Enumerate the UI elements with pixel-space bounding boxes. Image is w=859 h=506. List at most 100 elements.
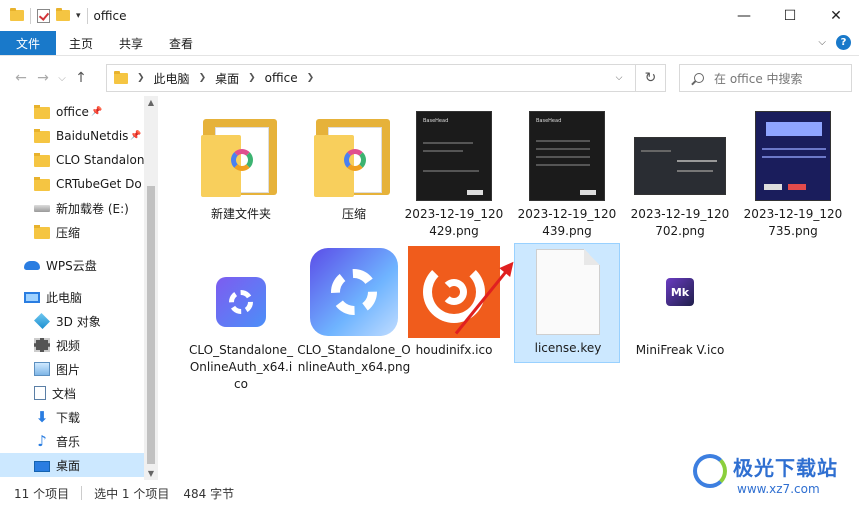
folder-icon: [188, 108, 294, 204]
video-icon: [34, 338, 50, 352]
expand-ribbon-icon[interactable]: ⌵: [818, 37, 826, 48]
forward-button[interactable]: →: [32, 70, 54, 86]
sidebar-item-downloads[interactable]: ⬇ 下载: [0, 405, 144, 429]
chevron-right-icon[interactable]: ❯: [248, 73, 256, 83]
tab-view[interactable]: 查看: [156, 31, 206, 55]
scroll-up-icon[interactable]: ▲: [144, 98, 158, 107]
sidebar-item-videos[interactable]: 视频: [0, 333, 144, 357]
file-item-clo-png[interactable]: CLO_Standalone_OnlineAuth_x64.png: [294, 244, 414, 394]
sidebar-item-label: 视频: [56, 338, 81, 353]
search-icon: [694, 73, 704, 83]
sidebar-item-desktop[interactable]: 桌面: [0, 453, 144, 477]
pictures-icon: [34, 362, 50, 376]
sidebar-item-drive-e[interactable]: 新加载卷 (E:): [0, 196, 144, 220]
file-item-screenshot-120735[interactable]: 2023-12-19_120735.png: [740, 108, 846, 238]
folder-icon: [34, 129, 50, 143]
tab-file[interactable]: 文件: [0, 31, 57, 55]
file-item-new-folder[interactable]: 新建文件夹: [188, 108, 294, 238]
sidebar-item-documents[interactable]: 文档: [0, 381, 144, 405]
sidebar-item-baidunetdisk[interactable]: BaiduNetdis 📌: [0, 124, 144, 148]
file-item-screenshot-120439[interactable]: BaseHead 2023-12-19_120439.png: [514, 108, 620, 238]
sidebar-item-music[interactable]: ♪ 音乐: [0, 429, 144, 453]
address-bar[interactable]: ❯ 此电脑 ❯ 桌面 ❯ office ❯ ⌵ ↻: [106, 64, 666, 92]
chevron-right-icon[interactable]: ❯: [307, 73, 315, 83]
file-name: 2023-12-19_120439.png: [517, 207, 617, 238]
help-icon[interactable]: ?: [836, 35, 851, 50]
watermark-url: www.xz7.com: [737, 482, 820, 496]
image-thumbnail: BaseHead: [401, 108, 507, 204]
tab-share[interactable]: 共享: [106, 31, 156, 55]
customize-toolbar-icon[interactable]: ▾: [76, 11, 81, 21]
sidebar-item-wps-cloud[interactable]: WPS云盘: [0, 253, 144, 277]
folder-icon: [301, 108, 407, 204]
file-item-license-key[interactable]: license.key: [514, 243, 620, 363]
divider: [86, 7, 88, 24]
tab-home[interactable]: 主页: [56, 31, 106, 55]
file-name: 2023-12-19_120429.png: [404, 207, 504, 238]
3d-objects-icon: [34, 313, 50, 329]
file-view: 新建文件夹 压缩 BaseHead 2023-12-19_120429.png …: [158, 96, 859, 480]
new-folder-icon[interactable]: [56, 8, 70, 21]
up-button[interactable]: ↑: [70, 70, 92, 86]
file-item-screenshot-120702[interactable]: 2023-12-19_120702.png: [627, 108, 733, 238]
sidebar-item-this-pc[interactable]: 此电脑: [0, 285, 144, 309]
minimize-button[interactable]: —: [721, 0, 767, 31]
sidebar-item-clo-standalone[interactable]: CLO Standalon: [0, 148, 144, 172]
sidebar-item-label: BaiduNetdis: [56, 129, 129, 143]
sidebar-item-office[interactable]: office 📌: [0, 100, 144, 124]
folder-icon: [34, 105, 50, 119]
item-count: 11 个项目: [14, 486, 70, 501]
file-name: 新建文件夹: [210, 207, 271, 221]
sidebar-item-label: 新加载卷 (E:): [56, 201, 129, 216]
file-name: 压缩: [341, 207, 366, 221]
documents-icon: [34, 386, 46, 400]
thumbnail-app-title: BaseHead: [536, 118, 562, 124]
scroll-down-icon[interactable]: ▼: [144, 469, 158, 478]
navigation-bar: ← → ⌵ ↑ ❯ 此电脑 ❯ 桌面 ❯ office ❯ ⌵ ↻ 在 offi…: [0, 60, 859, 96]
drive-icon: [34, 204, 50, 212]
sidebar-scrollbar[interactable]: ▲ ▼: [144, 96, 158, 480]
watermark-title: 极光下载站: [733, 456, 838, 480]
chevron-right-icon[interactable]: ❯: [199, 73, 207, 83]
sidebar-item-crtubeget[interactable]: CRTubeGet Do: [0, 172, 144, 196]
file-item-clo-ico[interactable]: CLO_Standalone_OnlineAuth_x64.ico: [188, 244, 294, 394]
navigation-pane: office 📌 BaiduNetdis 📌 CLO Standalon CRT…: [0, 96, 158, 480]
cloud-icon: [24, 260, 40, 270]
breadcrumb-desktop[interactable]: 桌面: [215, 70, 239, 87]
quick-access-toolbar: ▾: [0, 7, 88, 24]
file-name: license.key: [534, 341, 602, 355]
folder-icon: [34, 177, 50, 191]
sidebar-item-label: CLO Standalon: [56, 153, 144, 167]
breadcrumb-this-pc[interactable]: 此电脑: [154, 70, 190, 87]
chevron-right-icon[interactable]: ❯: [137, 73, 145, 83]
selection-count: 选中 1 个项目: [94, 486, 170, 501]
address-dropdown-icon[interactable]: ⌵: [608, 65, 630, 91]
sidebar-item-label: office: [56, 105, 89, 119]
sidebar-item-label: 音乐: [56, 434, 81, 449]
minifreak-icon: Mk: [627, 244, 733, 340]
back-button[interactable]: ←: [10, 70, 32, 86]
close-button[interactable]: ✕: [813, 0, 859, 31]
sidebar-item-compress[interactable]: 压缩: [0, 220, 144, 244]
sidebar-item-label: 桌面: [56, 458, 81, 473]
clo-app-icon: [188, 254, 294, 350]
window-controls: — ☐ ✕: [721, 0, 859, 31]
divider: [81, 486, 83, 500]
refresh-button[interactable]: ↻: [635, 65, 665, 91]
search-box[interactable]: 在 office 中搜索: [679, 64, 852, 92]
maximize-button[interactable]: ☐: [767, 0, 813, 31]
sidebar-item-label: 此电脑: [46, 290, 83, 305]
breadcrumb-office[interactable]: office: [265, 71, 298, 85]
file-item-houdini-ico[interactable]: houdinifx.ico: [401, 244, 507, 374]
sidebar-item-3d-objects[interactable]: 3D 对象: [0, 309, 144, 333]
file-name: houdinifx.ico: [415, 343, 493, 357]
file-item-compress-folder[interactable]: 压缩: [301, 108, 407, 238]
properties-icon[interactable]: [37, 8, 50, 23]
sidebar-item-pictures[interactable]: 图片: [0, 357, 144, 381]
scrollbar-thumb[interactable]: [147, 186, 155, 464]
title-bar: ▾ office — ☐ ✕: [0, 0, 859, 31]
recent-locations-button[interactable]: ⌵: [54, 73, 70, 84]
folder-icon: [114, 70, 128, 84]
file-item-screenshot-120429[interactable]: BaseHead 2023-12-19_120429.png: [401, 108, 507, 238]
file-item-minifreak-ico[interactable]: Mk MiniFreak V.ico: [627, 244, 733, 374]
